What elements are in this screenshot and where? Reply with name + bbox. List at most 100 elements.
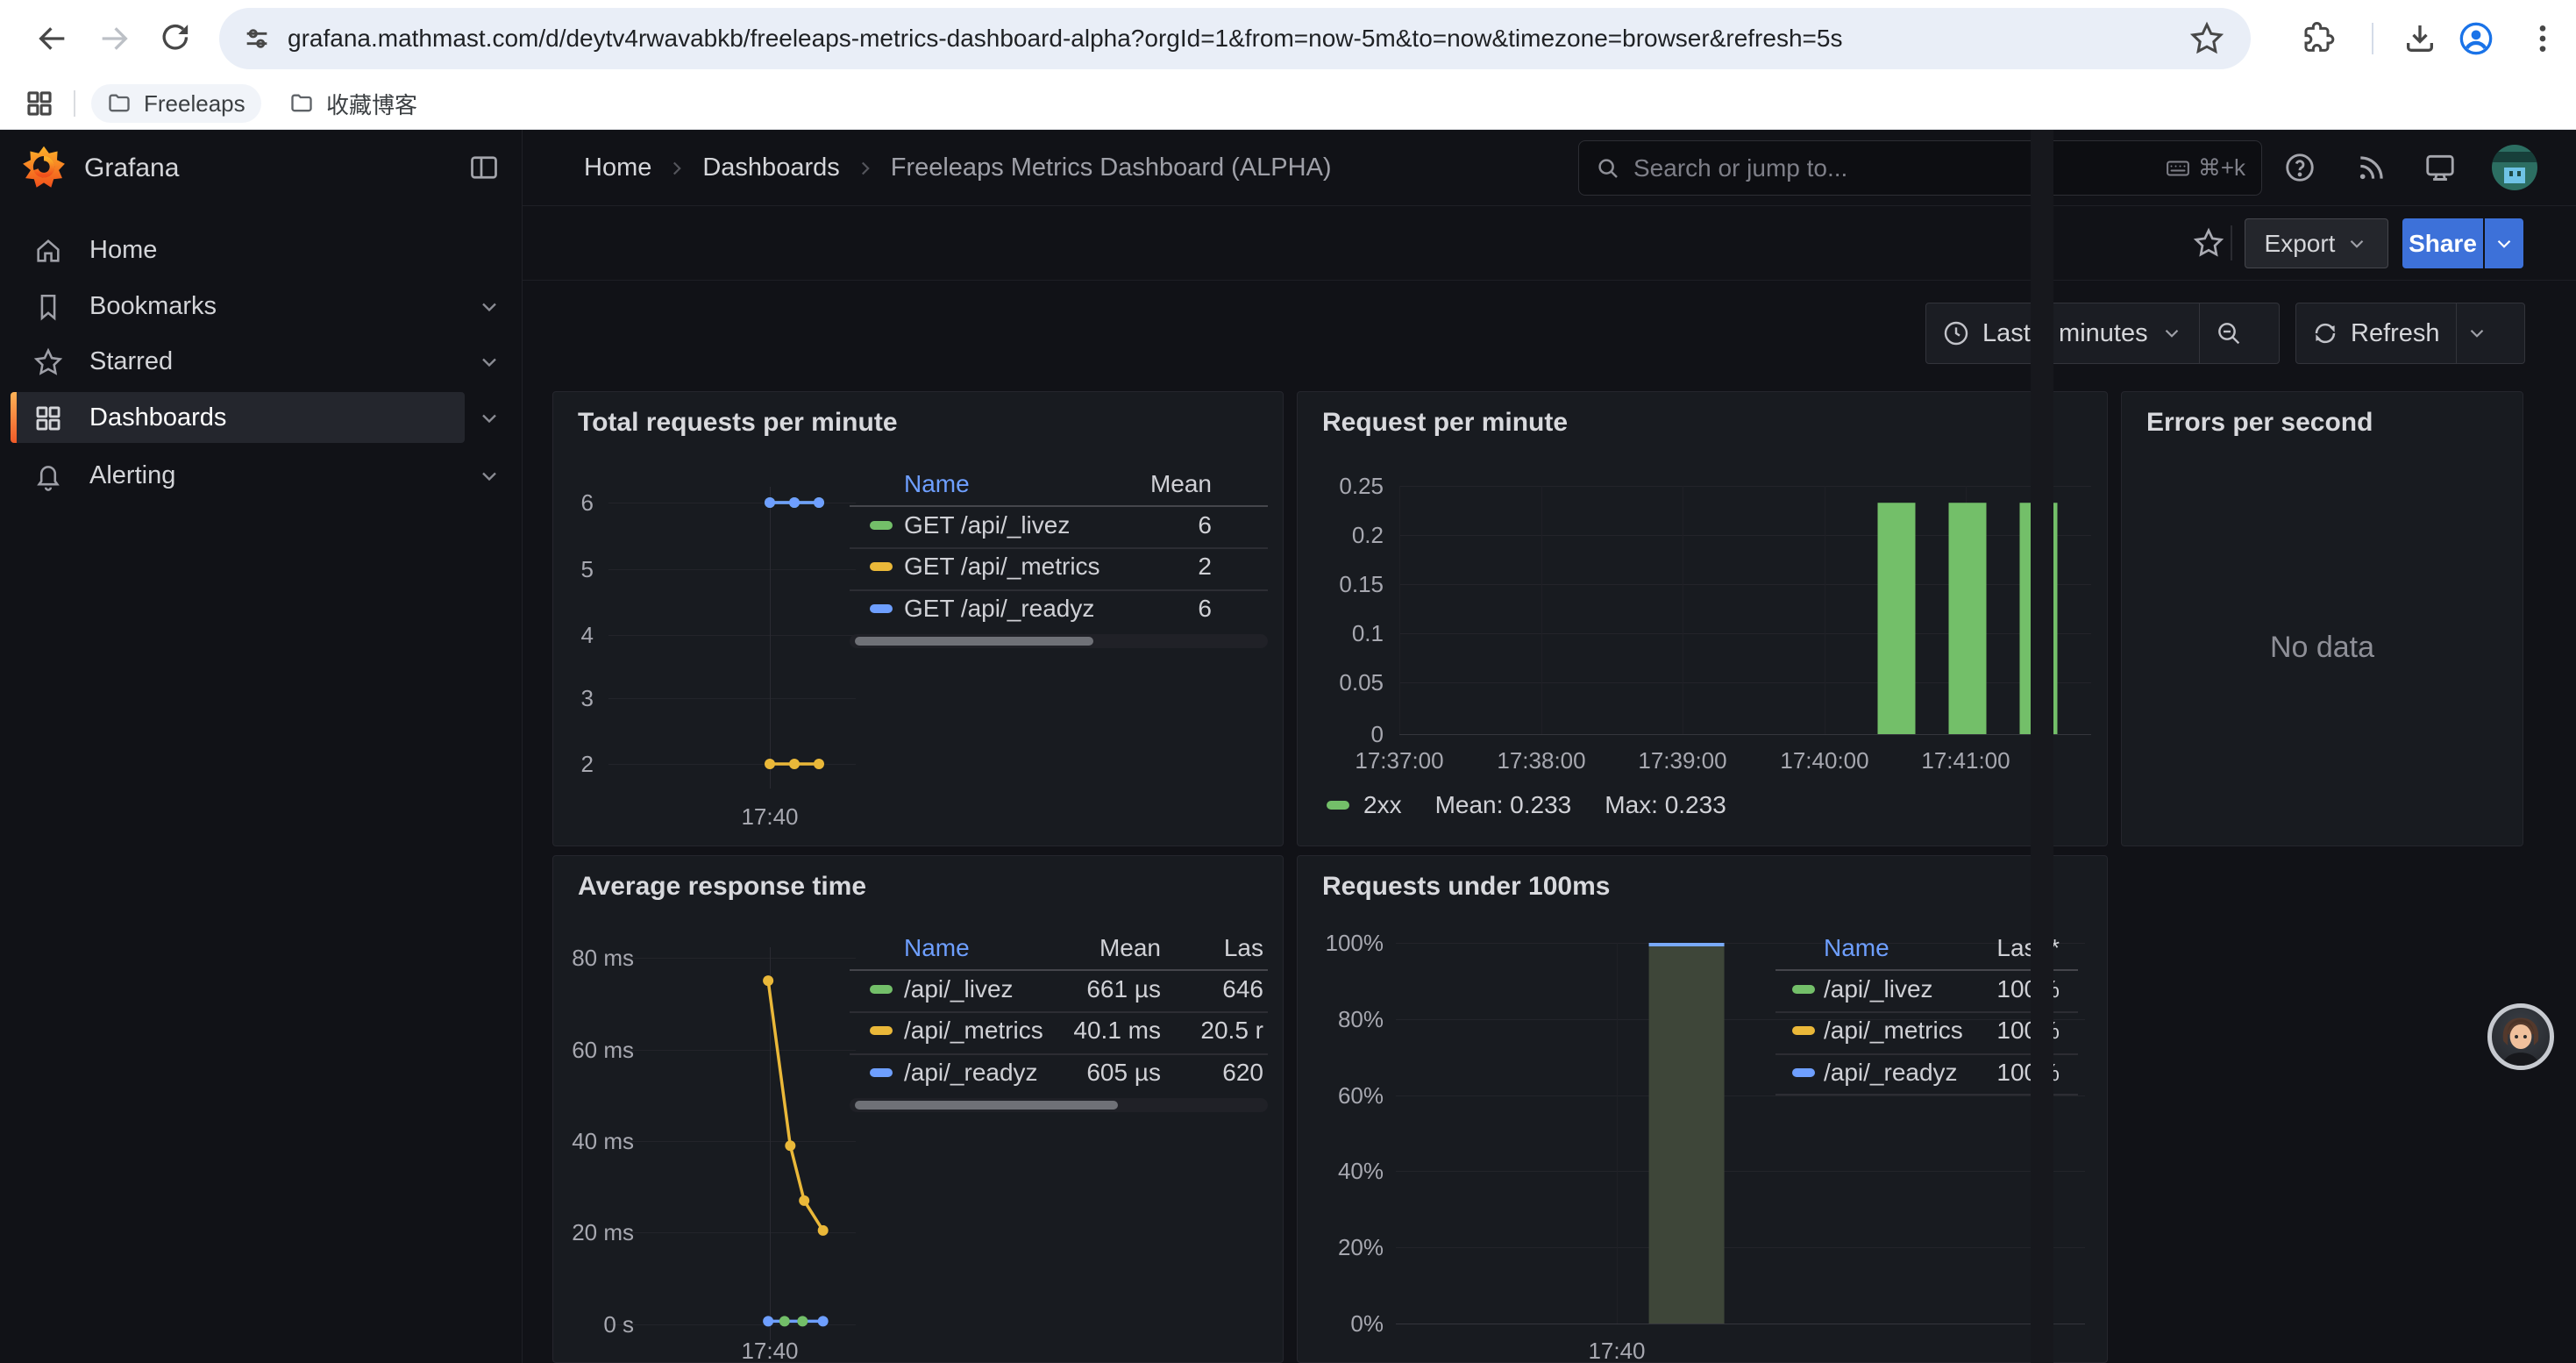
series-pill (870, 985, 893, 994)
user-avatar[interactable] (2492, 145, 2537, 190)
share-dropdown-button[interactable] (2485, 218, 2523, 268)
help-icon[interactable] (2283, 151, 2316, 184)
apps-grid-icon[interactable] (25, 89, 54, 118)
legend-header-mean[interactable]: Mean (992, 934, 1161, 962)
back-icon[interactable] (35, 21, 70, 56)
refresh-interval-dropdown[interactable] (2457, 322, 2497, 345)
sidebar: Grafana Home Bookmarks Starred (0, 130, 523, 1363)
y-tick: 100% (1298, 929, 1384, 957)
panel-title[interactable]: Errors per second (2146, 408, 2373, 438)
time-range-picker[interactable]: Last 5 minutes (1926, 319, 2199, 348)
refresh-button[interactable]: Refresh (2296, 319, 2456, 348)
browser-menu-icon[interactable] (2525, 21, 2560, 56)
legend-header-name[interactable]: Name (1824, 934, 1889, 962)
sidebar-item-dashboards[interactable]: Dashboards (0, 392, 523, 443)
breadcrumb-current: Freeleaps Metrics Dashboard (ALPHA) (891, 153, 1332, 182)
news-rss-icon[interactable] (2355, 151, 2388, 184)
dashboards-grid-icon (33, 403, 63, 433)
url-bar[interactable]: grafana.mathmast.com/d/deytv4rwavabkb/fr… (219, 8, 2251, 69)
legend-scrollbar[interactable] (850, 1098, 1268, 1112)
refresh-icon (2312, 320, 2338, 346)
legend-header-name[interactable]: Name (904, 470, 970, 498)
folder-icon (289, 91, 314, 116)
y-tick: 0 (1298, 720, 1384, 748)
x-tick: 17:38:00 (1476, 746, 1607, 774)
legend-scrollbar-thumb[interactable] (855, 1101, 1118, 1110)
sidebar-item-bookmarks[interactable]: Bookmarks (0, 281, 523, 332)
request-per-minute-chart (1298, 392, 2107, 846)
actions-divider (2231, 225, 2232, 260)
panel-title[interactable]: Requests under 100ms (1322, 872, 1610, 902)
chevron-down-icon[interactable] (477, 295, 502, 319)
chevron-down-icon[interactable] (477, 464, 502, 489)
breadcrumb-dashboards[interactable]: Dashboards (702, 153, 839, 182)
chevron-down-icon[interactable] (477, 350, 502, 375)
legend-scrollbar-thumb[interactable] (855, 637, 1093, 646)
bookmark-star-icon[interactable] (2189, 21, 2224, 56)
chevron-down-icon[interactable] (477, 406, 502, 431)
under-100ms-chart (1298, 856, 2107, 1362)
toolbar-divider (2372, 23, 2373, 54)
search-shortcut: ⌘+k (2165, 154, 2245, 182)
x-tick: 17:40 (704, 1337, 836, 1363)
series-pill (870, 521, 893, 530)
folder-icon (107, 91, 132, 116)
legend-scrollbar[interactable] (850, 634, 1268, 648)
time-controls: Last 5 minutes (1925, 303, 2280, 364)
chevron-right-icon (665, 157, 688, 180)
bookmark-folder-freeleaps[interactable]: Freeleaps (91, 84, 261, 123)
share-button[interactable]: Share (2402, 218, 2483, 268)
export-button[interactable]: Export (2245, 218, 2388, 268)
legend-max: Max: 0.233 (1605, 791, 1726, 819)
brand-title[interactable]: Grafana (84, 153, 179, 183)
sidebar-item-home[interactable]: Home (0, 225, 523, 275)
y-tick: 0% (1298, 1309, 1384, 1338)
monitor-icon[interactable] (2423, 151, 2457, 184)
legend-header-name[interactable]: Name (904, 934, 970, 962)
panel-title[interactable]: Total requests per minute (578, 408, 898, 438)
y-tick: 0.25 (1298, 472, 1384, 500)
y-tick: 20% (1298, 1233, 1384, 1261)
legend-header-mean[interactable]: Mean (1044, 470, 1212, 498)
search-input[interactable]: Search or jump to... ⌘+k (1578, 140, 2262, 196)
zoom-out-button[interactable] (2200, 319, 2258, 347)
browser-toolbar: grafana.mathmast.com/d/deytv4rwavabkb/fr… (0, 0, 2576, 77)
downloads-icon[interactable] (2402, 21, 2437, 56)
legend: 2xx Mean: 0.233 Max: 0.233 (1327, 791, 1726, 819)
panel-under-100ms: Requests under 100ms 100% 80% 60% 40% 20… (1297, 855, 2108, 1363)
bookmark-label: 收藏博客 (326, 88, 417, 120)
page-scrollbar[interactable] (2031, 130, 2053, 1363)
sidebar-item-starred[interactable]: Starred (0, 336, 523, 387)
url-text[interactable]: grafana.mathmast.com/d/deytv4rwavabkb/fr… (288, 25, 2164, 53)
clock-icon (1942, 319, 1970, 347)
legend-series[interactable]: 2xx (1327, 791, 1402, 819)
series-pill (1792, 985, 1815, 994)
legend-header-last[interactable]: Las (1198, 934, 1263, 962)
bookmark-label: Freeleaps (144, 90, 246, 118)
profile-avatar-icon[interactable] (2459, 21, 2494, 56)
forward-icon[interactable] (96, 21, 132, 56)
time-range-label: Last 5 minutes (1982, 319, 2148, 348)
assistant-avatar[interactable] (2487, 1003, 2554, 1070)
y-tick: 40 ms (553, 1127, 634, 1155)
reload-icon[interactable] (158, 21, 193, 56)
chevron-right-icon (854, 157, 877, 180)
panel-request-per-minute: Request per minute 0.25 0.2 0.15 0.1 0.0… (1297, 391, 2108, 846)
dashboard-actions-bar: Export Share (523, 206, 2576, 281)
breadcrumb-home[interactable]: Home (584, 153, 651, 182)
grafana-logo-icon[interactable] (21, 143, 67, 192)
panel-title[interactable]: Average response time (578, 872, 866, 902)
extensions-icon[interactable] (2302, 21, 2337, 56)
no-data-message: No data (2122, 631, 2523, 665)
panel-title[interactable]: Request per minute (1322, 408, 1568, 438)
sidebar-toggle-icon[interactable] (468, 152, 500, 183)
active-item-accent (11, 392, 17, 443)
y-tick: 0.15 (1298, 570, 1384, 598)
chevron-down-icon (2345, 232, 2368, 255)
site-settings-icon[interactable] (242, 24, 272, 54)
favorite-star-icon[interactable] (2193, 227, 2224, 259)
bookmarks-divider (74, 90, 75, 117)
bookmark-folder-blogs[interactable]: 收藏博客 (274, 84, 433, 123)
sidebar-item-alerting[interactable]: Alerting (0, 450, 523, 501)
y-tick: 6 (553, 489, 594, 517)
